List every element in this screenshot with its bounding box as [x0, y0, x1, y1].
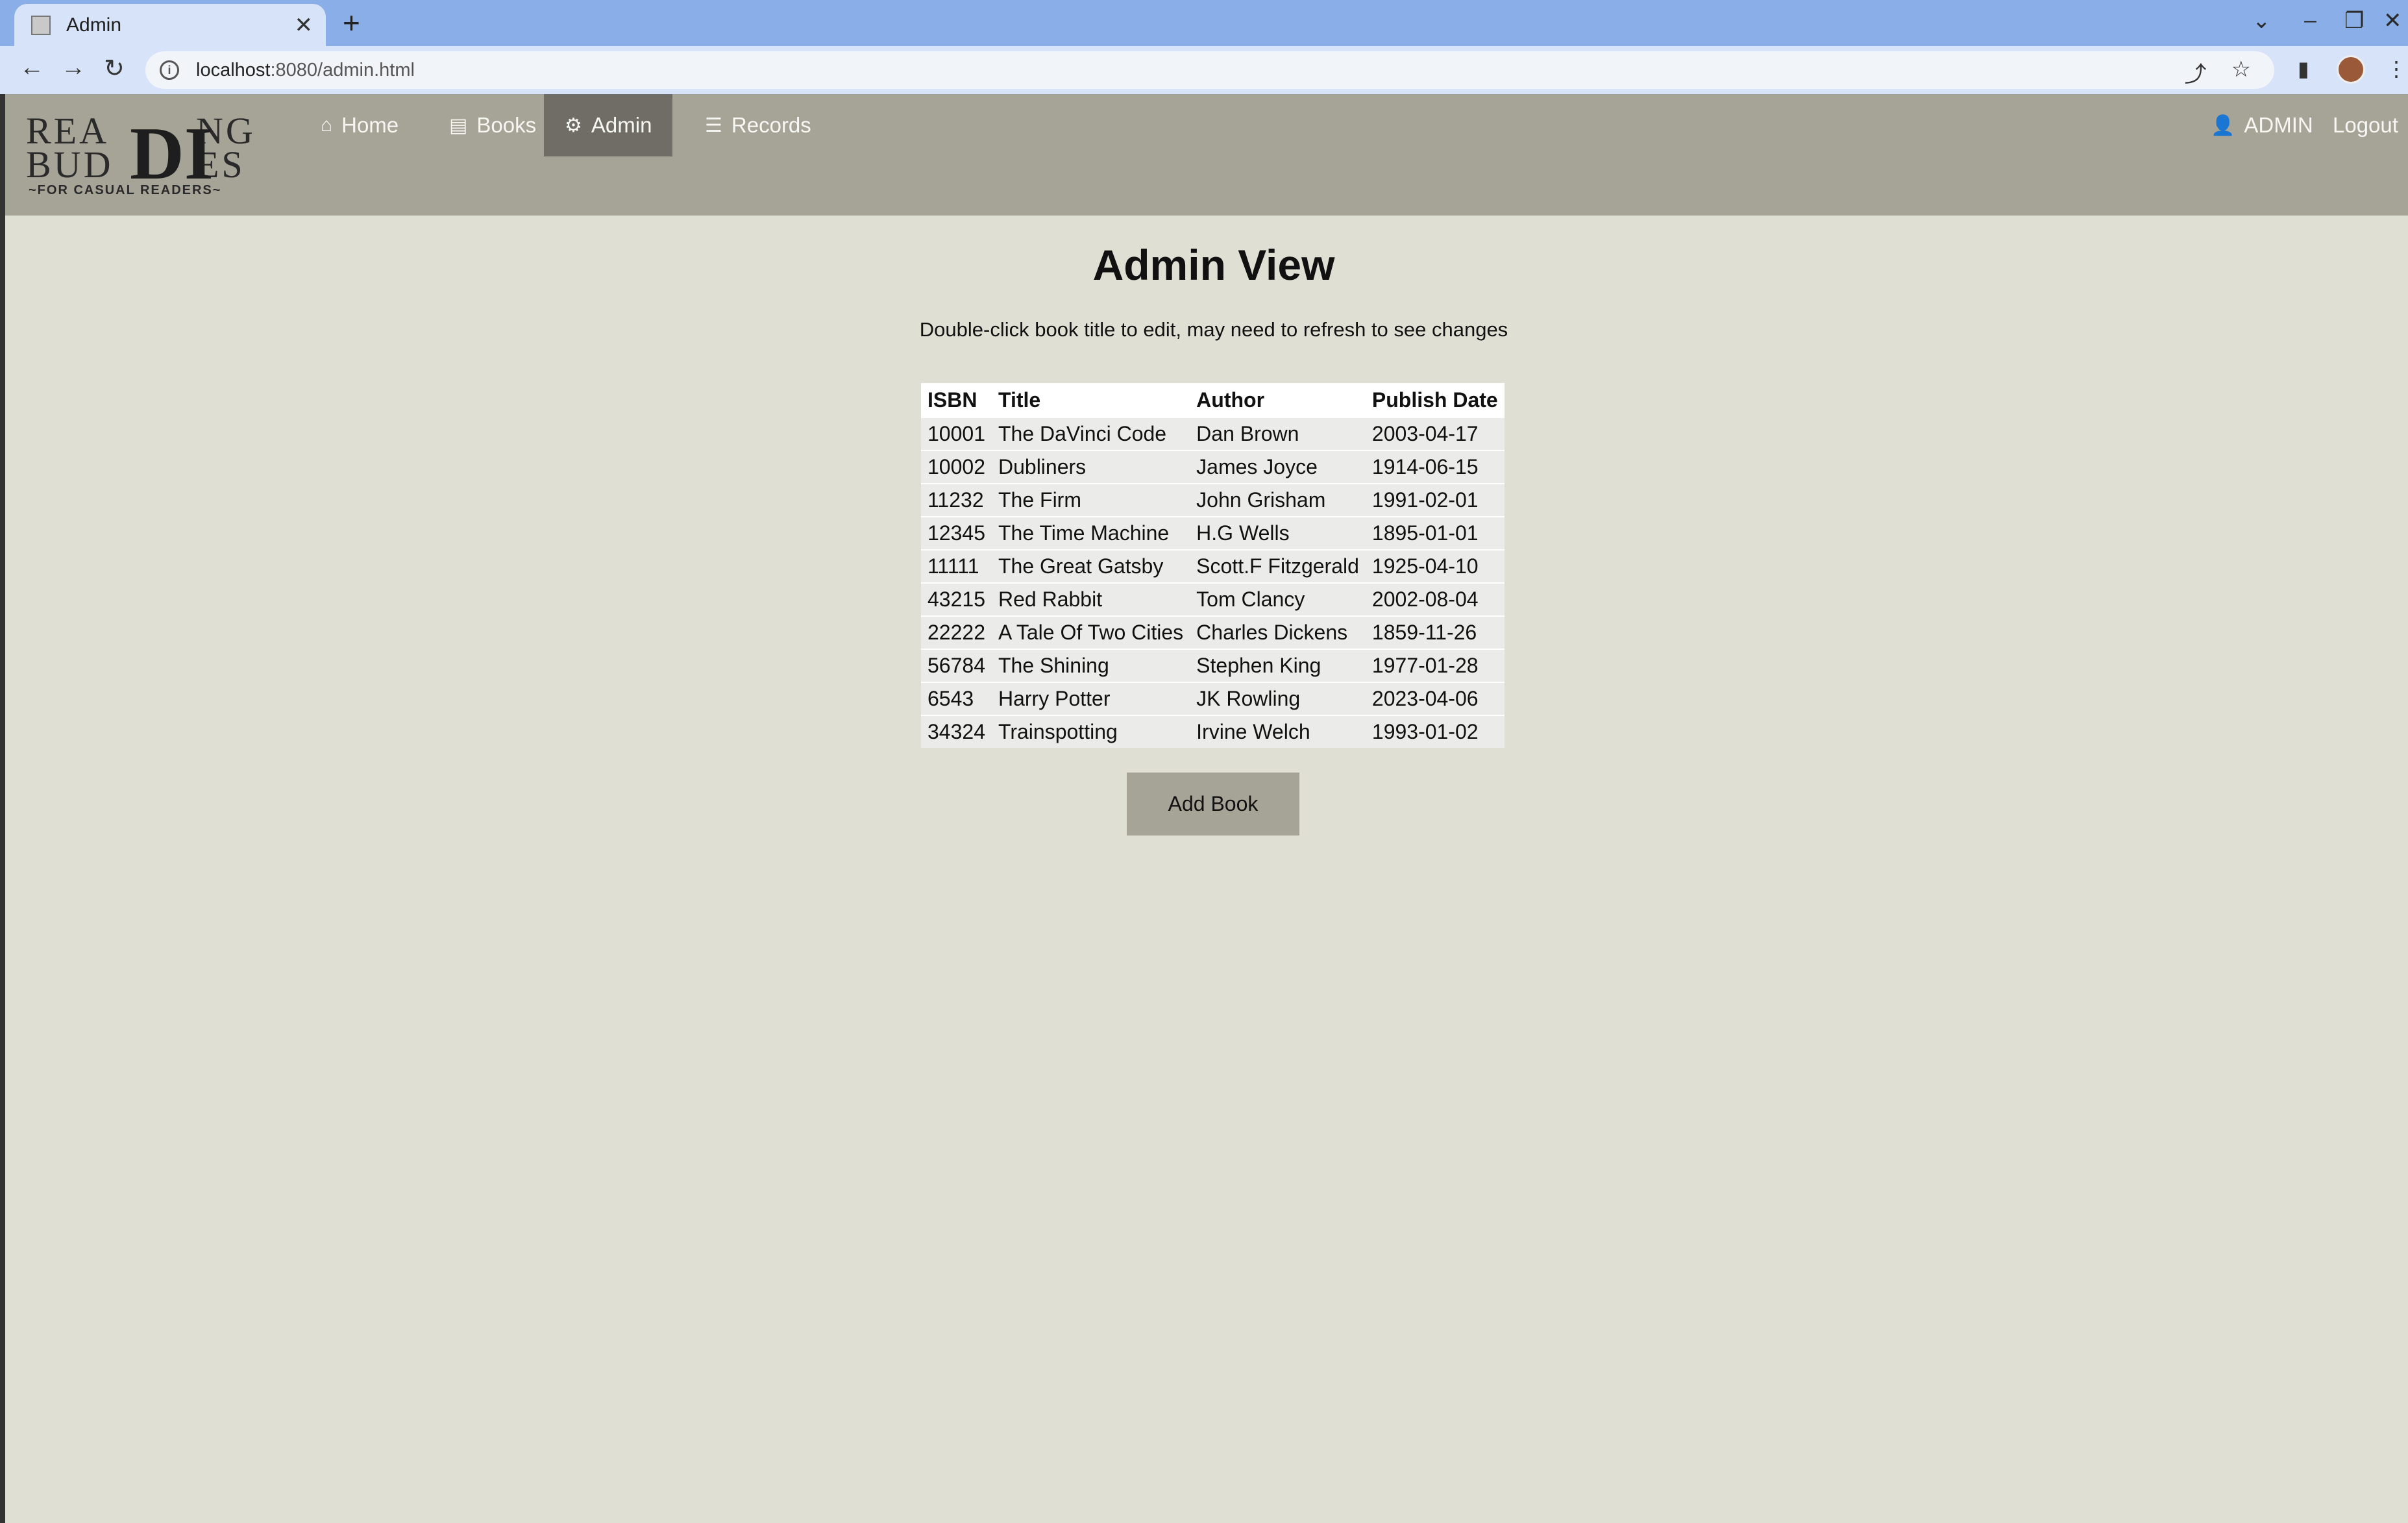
window-edge — [0, 94, 5, 1523]
browser-tabstrip: Admin ✕ + ⌄ – ❐ ✕ — [0, 0, 2408, 46]
author-cell: John Grisham — [1190, 483, 1366, 517]
tab-search-icon[interactable]: ⌄ — [2252, 8, 2271, 34]
book-icon: ▤ — [449, 114, 468, 136]
author-cell: JK Rowling — [1190, 682, 1366, 715]
author-cell: Scott.F Fitzgerald — [1190, 549, 1366, 583]
nav-logout[interactable]: Logout — [2324, 94, 2407, 156]
publish-date-cell: 2023-04-06 — [1365, 682, 1505, 715]
author-cell: Irvine Welch — [1190, 715, 1366, 748]
svg-text:~FOR CASUAL READERS~: ~FOR CASUAL READERS~ — [29, 183, 221, 197]
isbn-cell: 12345 — [921, 516, 992, 550]
publish-date-cell: 2002-08-04 — [1365, 582, 1505, 616]
author-cell: Tom Clancy — [1190, 582, 1366, 616]
isbn-cell: 22222 — [921, 615, 992, 649]
table-row: 11232 The Firm John Grisham 1991-02-01 — [921, 483, 1505, 517]
svg-text:BUD: BUD — [26, 143, 113, 186]
table-row: 22222 A Tale Of Two Cities Charles Dickens… — [921, 615, 1505, 649]
publish-date-cell: 1914-06-15 — [1365, 450, 1505, 484]
database-icon: ☰ — [705, 114, 722, 136]
publish-date-cell: 1895-01-01 — [1365, 516, 1505, 550]
share-icon[interactable]: ⤴ — [2185, 56, 2207, 88]
publish-date-cell: 1925-04-10 — [1365, 549, 1505, 583]
back-icon[interactable]: ← — [19, 54, 44, 82]
table-row: 56784 The Shining Stephen King 1977-01-28 — [921, 649, 1505, 682]
author-cell: H.G Wells — [1190, 516, 1366, 550]
isbn-cell: 10001 — [921, 417, 992, 451]
table-row: 12345 The Time Machine H.G Wells 1895-01-01 — [921, 516, 1505, 550]
nav-user[interactable]: 👤 ADMIN — [2196, 94, 2328, 156]
isbn-cell: 56784 — [921, 649, 992, 682]
table-row: 43215 Red Rabbit Tom Clancy 2002-08-04 — [921, 582, 1505, 616]
close-tab-icon[interactable]: ✕ — [295, 12, 313, 38]
isbn-cell: 34324 — [921, 715, 992, 748]
header-author: Author — [1190, 383, 1366, 417]
title-cell[interactable]: Harry Potter — [991, 682, 1190, 715]
title-cell[interactable]: The DaVinci Code — [991, 417, 1190, 451]
author-cell: Charles Dickens — [1190, 615, 1366, 649]
title-cell[interactable]: Red Rabbit — [991, 582, 1190, 616]
browser-toolbar: ← → ↻ i localhost:8080/admin.html ⤴ ☆ ▮ … — [0, 46, 2408, 94]
page-title: Admin View — [1092, 241, 1335, 289]
title-cell[interactable]: Dubliners — [991, 450, 1190, 484]
user-icon: 👤 — [2211, 114, 2235, 136]
author-cell: Stephen King — [1190, 649, 1366, 682]
publish-date-cell: 1859-11-26 — [1365, 615, 1505, 649]
title-cell[interactable]: Trainspotting — [991, 715, 1190, 748]
author-cell: Dan Brown — [1190, 417, 1366, 451]
reload-icon[interactable]: ↻ — [104, 54, 125, 83]
restore-icon[interactable]: ❐ — [2344, 8, 2364, 34]
minimize-icon[interactable]: – — [2304, 8, 2316, 33]
books-table: ISBN Title Author Publish Date 10001 The … — [921, 383, 1505, 748]
tab-title: Admin — [66, 14, 122, 36]
add-book-button[interactable]: Add Book — [1127, 773, 1299, 836]
reading-buddies-logo[interactable]: REA NG BUD ES DI ~FOR CASUAL READERS~ — [26, 110, 267, 197]
isbn-cell: 43215 — [921, 582, 992, 616]
profile-avatar[interactable] — [2337, 55, 2365, 84]
gear-icon: ⚙ — [565, 114, 582, 136]
isbn-cell: 11232 — [921, 483, 992, 517]
bookmark-star-icon[interactable]: ☆ — [2231, 56, 2251, 88]
new-tab-button[interactable]: + — [343, 6, 360, 39]
publish-date-cell: 1977-01-28 — [1365, 649, 1505, 682]
forward-icon[interactable]: → — [61, 54, 86, 82]
address-bar[interactable]: i localhost:8080/admin.html ⤴ ☆ — [145, 51, 2274, 89]
close-window-icon[interactable]: ✕ — [2383, 8, 2402, 34]
app-navbar: REA NG BUD ES DI ~FOR CASUAL READERS~ ⌂ … — [5, 94, 2408, 216]
site-info-icon[interactable]: i — [160, 60, 179, 80]
title-cell[interactable]: The Shining — [991, 649, 1190, 682]
publish-date-cell: 1993-01-02 — [1365, 715, 1505, 748]
title-cell[interactable]: A Tale Of Two Cities — [991, 615, 1190, 649]
page-subtitle: Double-click book title to edit, may nee… — [919, 318, 1508, 341]
isbn-cell: 6543 — [921, 682, 992, 715]
table-row: 10001 The DaVinci Code Dan Brown 2003-04-17 — [921, 417, 1505, 451]
nav-home[interactable]: ⌂ Home — [306, 94, 413, 156]
header-publish-date: Publish Date — [1365, 383, 1505, 417]
title-cell[interactable]: The Time Machine — [991, 516, 1190, 550]
table-row: 6543 Harry Potter JK Rowling 2023-04-06 — [921, 682, 1505, 715]
table-row: 10002 Dubliners James Joyce 1914-06-15 — [921, 450, 1505, 484]
author-cell: James Joyce — [1190, 450, 1366, 484]
url-text: localhost:8080/admin.html — [196, 59, 415, 80]
isbn-cell: 11111 — [921, 549, 992, 583]
title-cell[interactable]: The Firm — [991, 483, 1190, 517]
title-cell[interactable]: The Great Gatsby — [991, 549, 1190, 583]
publish-date-cell: 2003-04-17 — [1365, 417, 1505, 451]
browser-tab[interactable]: Admin ✕ — [14, 4, 326, 46]
nav-books[interactable]: ▤ Books — [435, 94, 550, 156]
nav-admin[interactable]: ⚙ Admin — [544, 94, 673, 156]
table-row: 11111 The Great Gatsby Scott.F Fitzgerald 1… — [921, 549, 1505, 583]
header-isbn: ISBN — [921, 383, 992, 417]
header-title: Title — [991, 383, 1190, 417]
isbn-cell: 10002 — [921, 450, 992, 484]
publish-date-cell: 1991-02-01 — [1365, 483, 1505, 517]
side-panel-icon[interactable]: ▮ — [2298, 56, 2309, 81]
nav-records[interactable]: ☰ Records — [691, 94, 826, 156]
home-icon: ⌂ — [321, 114, 333, 136]
table-header-row: ISBN Title Author Publish Date — [921, 383, 1505, 417]
books-table-body: 10001 The DaVinci Code Dan Brown 2003-04-17… — [921, 417, 1505, 748]
table-row: 34324 Trainspotting Irvine Welch 1993-01-02 — [921, 715, 1505, 748]
favicon-icon — [31, 15, 51, 35]
menu-kebab-icon[interactable]: ⋮ — [2386, 56, 2407, 81]
